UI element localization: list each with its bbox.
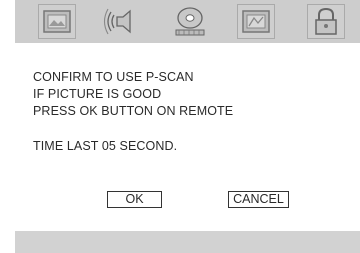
audio-speaker-icon (103, 4, 141, 39)
tab-video[interactable] (171, 4, 209, 39)
photo-slide-icon (238, 5, 274, 38)
lock-icon (308, 5, 344, 38)
disc-film-icon (171, 4, 209, 39)
countdown-text: TIME LAST 05 SECOND. (33, 139, 178, 153)
tab-picture[interactable] (38, 4, 76, 39)
dialog-line-1: CONFIRM TO USE P-SCAN (33, 70, 194, 84)
bottom-bar (15, 231, 360, 253)
dialog-area: CONFIRM TO USE P-SCAN IF PICTURE IS GOOD… (15, 43, 360, 231)
picture-icon (39, 5, 75, 38)
ok-button[interactable]: OK (107, 191, 162, 208)
setup-screen: CONFIRM TO USE P-SCAN IF PICTURE IS GOOD… (15, 0, 360, 253)
cancel-button[interactable]: CANCEL (228, 191, 289, 208)
dialog-line-2: IF PICTURE IS GOOD (33, 87, 162, 101)
tab-lock[interactable] (307, 4, 345, 39)
tab-audio[interactable] (103, 4, 141, 39)
tab-bar (15, 0, 360, 43)
tab-photo[interactable] (237, 4, 275, 39)
dialog-line-3: PRESS OK BUTTON ON REMOTE (33, 104, 234, 118)
